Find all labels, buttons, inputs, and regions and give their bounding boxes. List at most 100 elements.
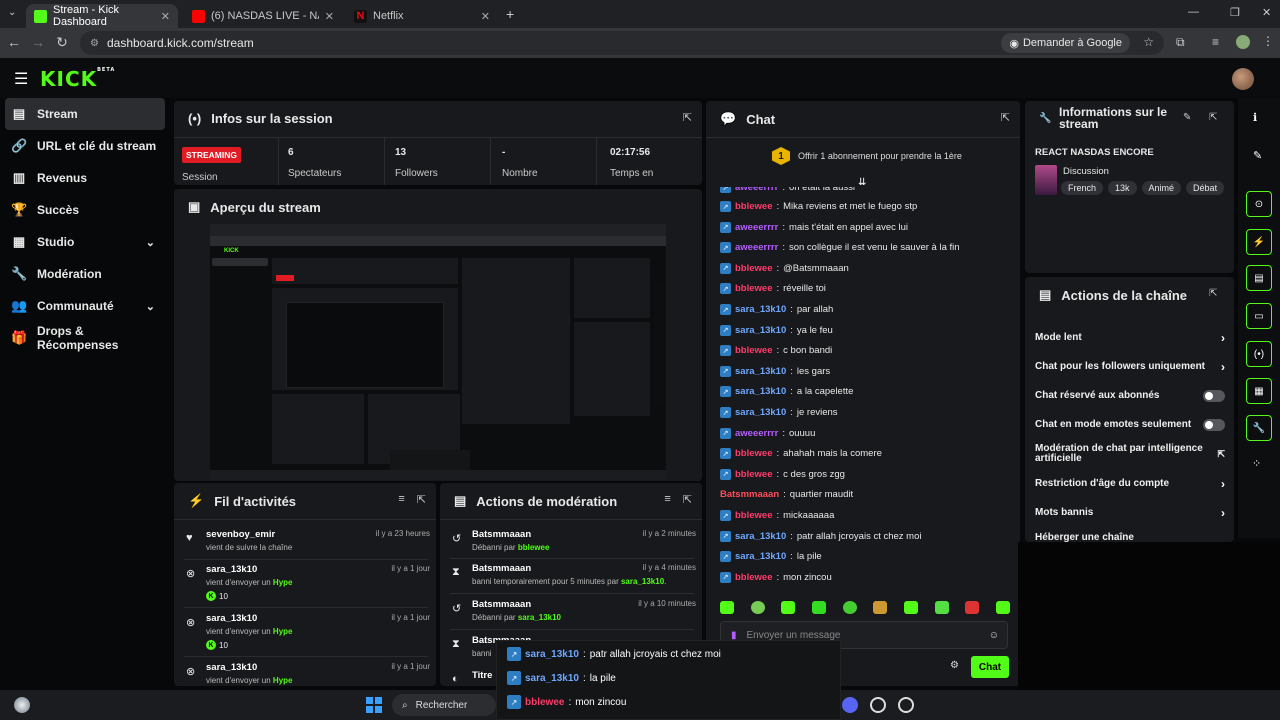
stream-preview-video[interactable]: KICK bbox=[210, 224, 666, 480]
filter-icon[interactable]: ≡ bbox=[398, 493, 404, 506]
user-avatar[interactable] bbox=[1232, 68, 1254, 90]
action-followers-only[interactable]: Chat pour les followers uniquement › bbox=[1035, 360, 1225, 374]
action-ai-moderation[interactable]: Modération de chat par intelligence arti… bbox=[1035, 444, 1225, 464]
popout-icon[interactable]: ⇱ bbox=[683, 493, 692, 506]
popout-icon[interactable]: ⇱ bbox=[1209, 112, 1217, 123]
reload-icon[interactable]: ↻ bbox=[50, 34, 74, 51]
subscribers-only-toggle[interactable] bbox=[1203, 389, 1225, 402]
chat-username[interactable]: bblewee bbox=[735, 510, 773, 521]
chat-username[interactable]: bblewee bbox=[735, 263, 773, 274]
action-slow-mode[interactable]: Mode lent › bbox=[1035, 331, 1225, 345]
ask-google-button[interactable]: ◉ Demander à Google bbox=[1001, 33, 1130, 53]
windows-start-icon[interactable] bbox=[366, 697, 382, 713]
sidebar-item-drops[interactable]: 🎁 Drops & Récompenses bbox=[5, 322, 165, 354]
action-banned-words[interactable]: Mots bannis › bbox=[1035, 506, 1225, 520]
action-age-restriction[interactable]: Restriction d'âge du compte › bbox=[1035, 477, 1225, 491]
edit-pencil-icon[interactable]: ✎ bbox=[1183, 112, 1191, 123]
site-info-icon[interactable]: ⚙ bbox=[90, 38, 99, 49]
sidebar-item-revenus[interactable]: ▥ Revenus bbox=[5, 162, 165, 194]
rail-moderation-button[interactable]: 🔧 bbox=[1246, 415, 1272, 441]
action-host-channel[interactable]: Héberger une chaîne bbox=[1035, 532, 1225, 542]
chat-username[interactable]: aweeerrrr bbox=[735, 187, 778, 193]
chat-username[interactable]: bblewee bbox=[735, 448, 773, 459]
chat-username[interactable]: bblewee bbox=[735, 469, 773, 480]
chat-settings-icon[interactable]: ⚙ bbox=[950, 660, 959, 671]
kick-logo[interactable]: KICKBETA bbox=[40, 67, 115, 91]
browser-menu-icon[interactable]: ⋮ bbox=[1262, 34, 1274, 48]
rail-session-button[interactable]: ⊙ bbox=[1246, 191, 1272, 217]
emote-icon[interactable] bbox=[873, 601, 888, 614]
chat-username[interactable]: bblewee bbox=[735, 345, 773, 356]
emotes-only-toggle[interactable] bbox=[1203, 418, 1225, 431]
new-tab-icon[interactable]: + bbox=[506, 6, 514, 22]
chat-username[interactable]: sara_13k10 bbox=[735, 325, 786, 336]
back-icon[interactable]: ← bbox=[2, 34, 26, 50]
popout-icon[interactable]: ⇱ bbox=[1209, 288, 1217, 299]
filter-icon[interactable]: ≡ bbox=[664, 493, 670, 506]
taskbar-search[interactable]: ⌕ Rechercher bbox=[392, 694, 496, 716]
close-window-icon[interactable]: ✕ bbox=[1262, 6, 1271, 19]
rail-chat-button[interactable]: ▭ bbox=[1246, 303, 1272, 329]
rail-hype-button[interactable]: ⚡ bbox=[1246, 229, 1272, 255]
action-emotes-only[interactable]: Chat en mode emotes seulement bbox=[1035, 418, 1225, 431]
rail-broadcast-button[interactable]: (•) bbox=[1246, 341, 1272, 367]
more-dots-icon[interactable]: ⁘ bbox=[1252, 457, 1261, 470]
sidebar-item-studio[interactable]: ▦ Studio ⌄ bbox=[5, 226, 165, 258]
sidebar-item-stream[interactable]: ▤ Stream bbox=[5, 98, 165, 130]
tab-kick-dashboard[interactable]: Stream - Kick Dashboard ✕ bbox=[26, 4, 178, 28]
emoji-icon[interactable]: ☺ bbox=[989, 630, 999, 641]
bookmark-star-icon[interactable]: ☆ bbox=[1143, 35, 1154, 49]
chat-username[interactable]: bblewee bbox=[735, 201, 773, 212]
app-icon[interactable] bbox=[870, 697, 886, 713]
emote-icon[interactable] bbox=[934, 601, 949, 614]
tab-netflix[interactable]: N Netflix ✕ bbox=[346, 4, 498, 28]
minimize-icon[interactable]: — bbox=[1188, 6, 1199, 18]
popout-icon[interactable]: ⇱ bbox=[417, 493, 426, 506]
hamburger-menu-icon[interactable]: ☰ bbox=[14, 69, 28, 89]
emote-icon[interactable] bbox=[903, 601, 918, 614]
rail-actions-button[interactable]: ▦ bbox=[1246, 378, 1272, 404]
chat-username[interactable]: aweeerrrr bbox=[735, 242, 778, 253]
chat-username[interactable]: Batsmmaaan bbox=[720, 489, 779, 500]
profile-avatar[interactable] bbox=[1236, 35, 1250, 49]
edit-pencil-icon[interactable]: ✎ bbox=[1253, 149, 1262, 162]
reading-list-icon[interactable]: ≡ bbox=[1212, 35, 1219, 49]
emote-icon[interactable] bbox=[965, 601, 980, 614]
chat-username[interactable]: sara_13k10 bbox=[735, 366, 786, 377]
extensions-icon[interactable]: ⧉ bbox=[1176, 35, 1185, 50]
gift-subscription-banner[interactable]: 1 Offrir 1 abonnement pour prendre la 1è… bbox=[772, 147, 962, 165]
emote-icon[interactable] bbox=[781, 601, 796, 614]
tab-nasdas-live[interactable]: (6) NASDAS LIVE - NASDAS A D ✕ bbox=[184, 4, 342, 28]
info-icon[interactable]: ℹ bbox=[1253, 111, 1257, 124]
emote-icon[interactable] bbox=[842, 601, 857, 614]
tab-list-chevron-icon[interactable]: ⌄ bbox=[8, 7, 16, 18]
action-subscribers-only[interactable]: Chat réservé aux abonnés bbox=[1035, 389, 1225, 402]
address-bar[interactable]: ⚙ dashboard.kick.com/stream ◉ Demander à… bbox=[80, 31, 1164, 55]
widgets-icon[interactable] bbox=[14, 697, 30, 713]
forward-icon[interactable]: → bbox=[26, 34, 50, 50]
rail-document-button[interactable]: ▤ bbox=[1246, 265, 1272, 291]
chat-username[interactable]: sara_13k10 bbox=[735, 407, 786, 418]
close-tab-icon[interactable]: ✕ bbox=[325, 10, 334, 23]
popout-icon[interactable]: ⇱ bbox=[1001, 111, 1010, 124]
emote-icon[interactable] bbox=[720, 601, 734, 614]
chat-username[interactable]: bblewee bbox=[735, 572, 773, 583]
emote-icon[interactable] bbox=[750, 601, 765, 614]
chat-username[interactable]: sara_13k10 bbox=[735, 551, 786, 562]
chat-username[interactable]: sara_13k10 bbox=[735, 304, 786, 315]
popout-icon[interactable]: ⇱ bbox=[683, 111, 692, 124]
sidebar-item-url-key[interactable]: 🔗 URL et clé du stream bbox=[5, 130, 165, 162]
chat-username[interactable]: aweeerrrr bbox=[735, 428, 778, 439]
sidebar-item-communaute[interactable]: 👥 Communauté ⌄ bbox=[5, 290, 165, 322]
maximize-icon[interactable]: ❐ bbox=[1230, 6, 1240, 19]
chat-username[interactable]: sara_13k10 bbox=[735, 386, 786, 397]
close-tab-icon[interactable]: ✕ bbox=[161, 10, 170, 23]
sidebar-item-moderation[interactable]: 🔧 Modération bbox=[5, 258, 165, 290]
app-icon[interactable] bbox=[898, 697, 914, 713]
send-chat-button[interactable]: Chat bbox=[971, 656, 1009, 678]
sidebar-item-succes[interactable]: 🏆 Succès bbox=[5, 194, 165, 226]
chat-username[interactable]: sara_13k10 bbox=[735, 531, 786, 542]
chat-username[interactable]: bblewee bbox=[735, 283, 773, 294]
emote-icon[interactable] bbox=[995, 601, 1010, 614]
discord-icon[interactable] bbox=[842, 697, 858, 713]
